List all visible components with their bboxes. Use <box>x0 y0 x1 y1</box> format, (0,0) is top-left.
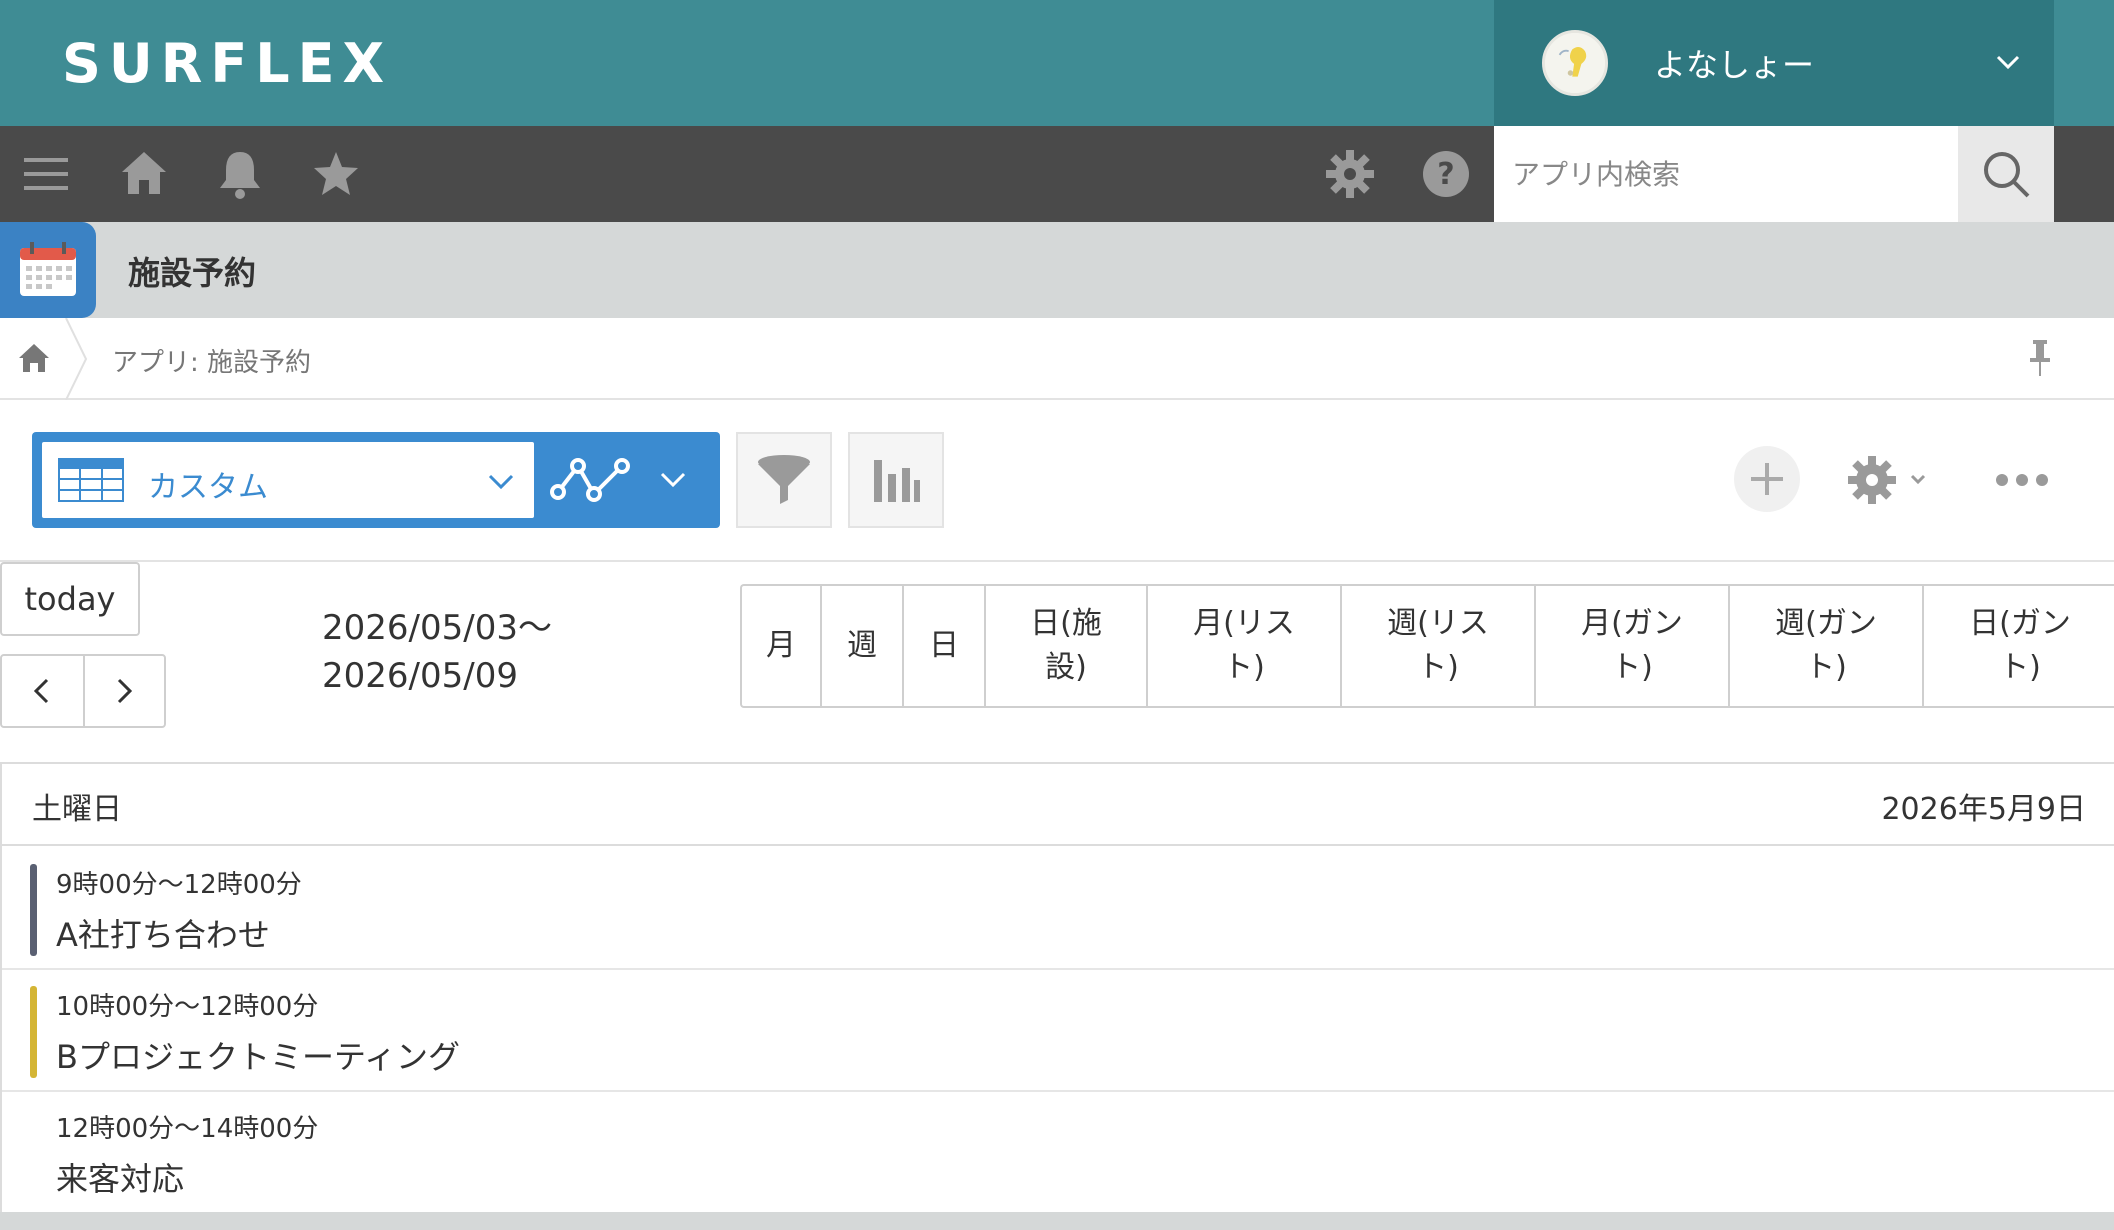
calendar-nav <box>0 654 166 728</box>
settings-gear-icon[interactable] <box>1846 450 1936 510</box>
day-of-week: 土曜日 <box>32 792 122 827</box>
view-tab-7[interactable]: 週(ガン ト) <box>1730 586 1924 706</box>
view-tab-2[interactable]: 日 <box>904 586 986 706</box>
breadcrumb: アプリ: 施設予約 <box>0 318 2114 400</box>
filter-icon <box>758 455 810 504</box>
day-header: 土曜日 2026年5月9日 <box>2 764 2114 846</box>
view-tab-6[interactable]: 月(ガン ト) <box>1536 586 1730 706</box>
avatar[interactable] <box>1542 30 1608 96</box>
chevron-right-icon <box>118 678 133 704</box>
view-tab-4[interactable]: 月(リス ト) <box>1148 586 1342 706</box>
app-title-band <box>0 222 2114 318</box>
today-button[interactable]: today <box>0 562 140 636</box>
selected-view-label: カスタム <box>148 470 268 505</box>
more-options-icon[interactable] <box>1992 460 2052 500</box>
user-name: よなしょー <box>1654 46 1815 84</box>
svg-text:?: ? <box>1437 157 1454 192</box>
avatar-image <box>1545 33 1605 93</box>
filter-button[interactable] <box>736 432 832 528</box>
surflex-logo[interactable]: SURFLEX <box>62 32 392 95</box>
view-tab-0[interactable]: 月 <box>742 586 822 706</box>
help-icon[interactable]: ? <box>1420 148 1472 200</box>
event-item[interactable]: 12時00分〜14時00分来客対応 <box>2 1092 2114 1214</box>
view-tab-1[interactable]: 週 <box>822 586 904 706</box>
bottom-strip <box>0 1212 2114 1230</box>
table-view-icon <box>58 458 124 502</box>
day-date: 2026年5月9日 <box>1881 792 2086 827</box>
calendar-icon <box>20 242 76 296</box>
search-icon <box>1984 152 2030 198</box>
prev-button[interactable] <box>2 656 83 726</box>
event-color-bar <box>30 986 37 1078</box>
menu-icon[interactable] <box>20 148 72 200</box>
bell-icon[interactable] <box>214 148 266 200</box>
star-icon[interactable] <box>310 148 362 200</box>
bar-chart-icon <box>874 460 920 502</box>
search-input[interactable] <box>1494 126 1958 222</box>
plus-icon <box>1751 463 1783 495</box>
app-search <box>1494 126 1958 222</box>
event-item[interactable]: 10時00分〜12時00分 Bプロジェクトミーティング <box>2 970 2114 1092</box>
event-title[interactable]: Bプロジェクトミーティング <box>56 1032 460 1078</box>
event-time: 12時00分〜14時00分 <box>56 1114 319 1144</box>
event-title[interactable]: 来客対応 <box>56 1154 184 1200</box>
user-menu[interactable]: よなしょー <box>1494 0 2054 126</box>
event-title[interactable]: A社打ち合わせ <box>56 910 270 956</box>
event-item[interactable]: 9時00分〜12時00分 A社打ち合わせ <box>2 848 2114 970</box>
top-header: SURFLEX よなしょー <box>0 0 2114 126</box>
event-time: 10時00分〜12時00分 <box>56 992 319 1022</box>
day-list: 土曜日 2026年5月9日 9時00分〜12時00分 A社打ち合わせ 10時00分〜… <box>0 762 2114 1214</box>
breadcrumb-home-icon[interactable] <box>16 340 52 376</box>
event-color-bar <box>30 864 37 956</box>
view-tab-5[interactable]: 週(リス ト) <box>1342 586 1536 706</box>
add-record-button[interactable] <box>1734 446 1800 512</box>
app-title: 施設予約 <box>128 254 257 292</box>
pin-icon[interactable] <box>2022 338 2058 378</box>
chevron-down-icon[interactable] <box>656 462 690 496</box>
date-range: 2026/05/03〜 2026/05/09 <box>322 608 552 696</box>
graph-button[interactable] <box>848 432 944 528</box>
chevron-down-icon <box>488 474 514 490</box>
breadcrumb-separator <box>65 318 88 400</box>
view-selector: カスタム <box>32 432 720 528</box>
search-button[interactable] <box>1958 126 2054 222</box>
view-dropdown[interactable]: カスタム <box>42 442 534 518</box>
header-edge <box>2054 0 2114 126</box>
gear-icon[interactable] <box>1324 148 1376 200</box>
chevron-down-icon[interactable] <box>1988 42 2028 82</box>
view-tab-3[interactable]: 日(施 設) <box>986 586 1148 706</box>
next-button[interactable] <box>82 656 164 726</box>
toolbar-edge <box>2054 126 2114 222</box>
chevron-left-icon <box>34 678 49 704</box>
breadcrumb-current[interactable]: アプリ: 施設予約 <box>112 342 311 379</box>
divider <box>0 560 2114 562</box>
view-tab-8[interactable]: 日(ガン ト) <box>1924 586 2114 706</box>
home-icon[interactable] <box>118 148 170 200</box>
graph-view-icon[interactable] <box>550 452 634 508</box>
app-icon[interactable] <box>0 222 96 318</box>
event-time: 9時00分〜12時00分 <box>56 870 302 900</box>
calendar-view-tabs: 月週日日(施 設) 月(リス ト) 週(リス ト) 月(ガン ト) 週(ガン ト) 日(ガ… <box>740 584 2114 708</box>
